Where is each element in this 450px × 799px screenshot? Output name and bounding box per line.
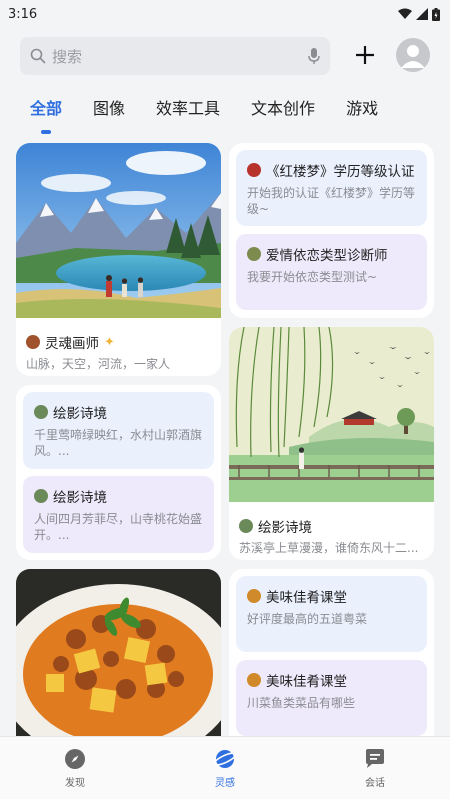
chat-icon (366, 748, 384, 768)
wifi-icon (398, 8, 412, 19)
food-image-card[interactable] (16, 569, 221, 736)
food-item[interactable]: 美味佳肴课堂 好评度最高的五道粤菜 (236, 576, 427, 652)
card-desc: 苏溪亭上草漫漫，谁倚东风十二... (239, 541, 419, 555)
bot-avatar (239, 519, 253, 533)
food-item-title: 美味佳肴课堂 (247, 586, 416, 606)
search-placeholder: 搜索 (52, 47, 83, 66)
plus-icon (356, 46, 374, 64)
poem-item-title: 绘影诗境 (34, 486, 203, 506)
food-item-title: 美味佳肴课堂 (247, 670, 416, 690)
sparkle-icon: ✦ (104, 334, 115, 350)
compass-icon (65, 748, 85, 769)
nav-discover[interactable]: 发现 (35, 748, 115, 789)
study-item-desc: 开始我的认证《红楼梦》学历等级~ (247, 186, 416, 216)
poem-item-title: 绘影诗境 (34, 402, 203, 422)
nav-label: 发现 (65, 777, 85, 789)
microphone-icon[interactable] (308, 47, 320, 65)
search-input[interactable]: 搜索 (20, 37, 330, 75)
tab-label: 文本创作 (251, 99, 316, 118)
card-title-text: 绘影诗境 (258, 520, 312, 536)
study-item-title-text: 爱情依恋类型诊断师 (266, 248, 388, 264)
tab-games[interactable]: 游戏 (346, 95, 378, 125)
bottom-nav: 发现 灵感 会话 (0, 736, 450, 799)
bot-avatar (34, 489, 48, 503)
tab-indicator (41, 130, 51, 134)
tab-writing[interactable]: 文本创作 (251, 95, 315, 125)
user-avatar[interactable] (396, 38, 430, 72)
poem-item-title-text: 绘影诗境 (53, 406, 107, 422)
tab-label: 游戏 (346, 99, 379, 118)
poem-item[interactable]: 绘影诗境 千里莺啼绿映红，水村山郭酒旗风。... (23, 392, 214, 469)
tab-all[interactable]: 全部 (30, 95, 63, 134)
food-item[interactable]: 美味佳肴课堂 川菜鱼类菜品有哪些 (236, 660, 427, 736)
food-item-title-text: 美味佳肴课堂 (266, 674, 347, 690)
study-item-desc: 我要开始依恋类型测试~ (247, 270, 378, 284)
willow-pavilion-image (229, 327, 434, 502)
card-caption: 绘影诗境 苏溪亭上草漫漫，谁倚东风十二... (229, 506, 434, 560)
status-bar: 3:16 (0, 0, 450, 28)
add-button[interactable] (350, 40, 380, 70)
battery-icon (432, 7, 440, 21)
poem-image-card[interactable]: 绘影诗境 苏溪亭上草漫漫，谁倚东风十二... (229, 327, 434, 560)
poem-item[interactable]: 绘影诗境 人间四月芳菲尽，山寺桃花始盛开。... (23, 476, 214, 553)
study-item-title: 《红楼梦》学历等级认证 (247, 160, 416, 180)
bot-avatar (247, 163, 261, 177)
status-icons (398, 7, 440, 21)
card-desc: 山脉，天空，河流，一家人 (26, 357, 171, 371)
food-item-desc: 川菜鱼类菜品有哪些 (247, 696, 356, 710)
nav-inspiration[interactable]: 灵感 (185, 748, 265, 789)
search-icon (30, 48, 46, 64)
study-card: 《红楼梦》学历等级认证 开始我的认证《红楼梦》学历等级~ 爱情依恋类型诊断师 我… (229, 143, 434, 318)
food-dish-image (16, 569, 221, 736)
signal-icon (416, 8, 428, 20)
food-item-desc: 好评度最高的五道粤菜 (247, 612, 368, 626)
mountain-lake-image (16, 143, 221, 318)
painter-card[interactable]: 灵魂画师 ✦ 山脉，天空，河流，一家人 (16, 143, 221, 376)
status-time: 3:16 (8, 6, 38, 22)
tab-image[interactable]: 图像 (93, 95, 125, 125)
tab-label: 效率工具 (156, 99, 221, 118)
food-item-title-text: 美味佳肴课堂 (266, 590, 347, 606)
food-list-card: 美味佳肴课堂 好评度最高的五道粤菜 美味佳肴课堂 川菜鱼类菜品有哪些 (229, 569, 434, 736)
person-icon (401, 45, 425, 68)
card-title-text: 灵魂画师 (45, 336, 99, 352)
poem-item-desc: 人间四月芳菲尽，山寺桃花始盛开。... (34, 512, 203, 542)
study-item-title: 爱情依恋类型诊断师 (247, 244, 416, 264)
study-item-title-text: 《红楼梦》学历等级认证 (266, 164, 415, 180)
poem-list-card: 绘影诗境 千里莺啼绿映红，水村山郭酒旗风。... 绘影诗境 人间四月芳菲尽，山寺… (16, 385, 221, 560)
tab-productivity[interactable]: 效率工具 (156, 95, 220, 125)
bot-avatar (34, 405, 48, 419)
bot-avatar (26, 335, 40, 349)
nav-label: 会话 (365, 777, 385, 789)
search-row: 搜索 (20, 36, 432, 76)
nav-label: 灵感 (215, 777, 235, 789)
tab-label: 全部 (30, 99, 63, 118)
card-title: 绘影诗境 (239, 516, 424, 536)
study-item[interactable]: 《红楼梦》学历等级认证 开始我的认证《红楼梦》学历等级~ (236, 150, 427, 226)
tab-label: 图像 (93, 99, 126, 118)
bot-avatar (247, 673, 261, 687)
bot-avatar (247, 247, 261, 261)
study-item[interactable]: 爱情依恋类型诊断师 我要开始依恋类型测试~ (236, 234, 427, 310)
nav-chat[interactable]: 会话 (335, 748, 415, 789)
bot-avatar (247, 589, 261, 603)
card-title: 灵魂画师 ✦ (26, 332, 211, 352)
planet-icon (213, 749, 237, 768)
poem-item-title-text: 绘影诗境 (53, 490, 107, 506)
card-caption: 灵魂画师 ✦ 山脉，天空，河流，一家人 (16, 322, 221, 376)
category-tabs: 全部 图像 效率工具 文本创作 游戏 (30, 95, 409, 134)
poem-item-desc: 千里莺啼绿映红，水村山郭酒旗风。... (34, 428, 203, 458)
